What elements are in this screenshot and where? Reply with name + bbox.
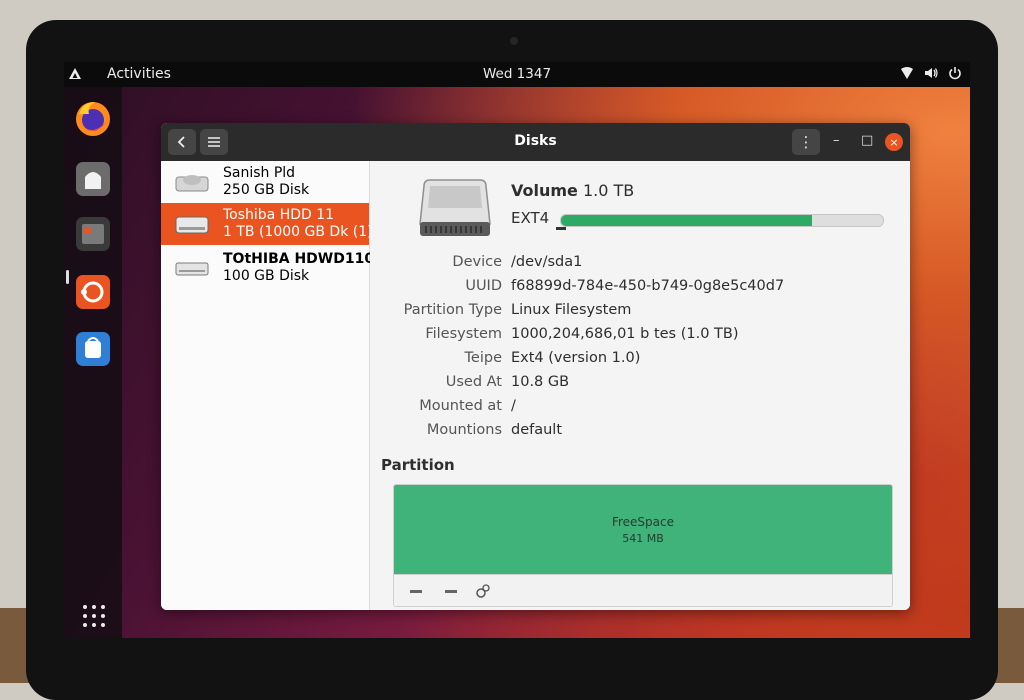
prop-label: Partition Type [403,302,502,318]
prop-label: Mounted at [419,398,502,414]
prop-value: 1000,204,686,01 b tes (1.0 TB) [511,326,739,342]
disk-list: Sanish Pld 250 GB Disk Toshiba HDD 11 1 … [161,161,374,610]
disk-item-3[interactable]: TOtHIBA HDWD110 100 GB Disk [161,247,374,289]
partition-graph: FreeSpace 541 MB [393,484,893,607]
disk-size: 250 GB Disk [223,182,310,198]
system-tray[interactable] [900,66,962,80]
volume-fs-type: EXT4 [511,209,550,227]
free-space-block[interactable]: FreeSpace 541 MB [394,485,892,574]
folder-app-icon[interactable] [73,214,113,254]
hard-disk-icon [175,175,209,192]
disk-size: 1 TB (1000 GB Dk (1) [223,224,373,240]
prop-label: Used At [445,374,502,390]
disk-item-2[interactable]: Toshiba HDD 11 1 TB (1000 GB Dk (1) [161,203,373,245]
clock[interactable]: Wed 1347 [64,66,970,82]
close-icon: × [889,135,899,149]
prop-partition-type: Partition Type Linux Filesystem [370,302,910,324]
delete-partition-button[interactable] [405,583,427,599]
disk-item-1[interactable]: Sanish Pld 250 GB Disk [161,161,369,203]
prop-value: default [511,422,563,438]
partition-settings-button[interactable] [472,583,494,599]
drive-icon [419,179,491,236]
top-bar: Activities Wed 1347 [64,62,970,87]
app-store-icon[interactable] [73,329,113,369]
gears-icon [476,584,490,598]
desktop-screen: Activities Wed 1347 Disks ⋮ – □ × Sanish… [64,62,970,638]
disk-name: Toshiba HDD 11 [223,207,335,223]
prop-mount-options: Mountions default [370,422,910,444]
usage-bar [560,214,884,227]
power-icon[interactable] [948,66,962,80]
prop-value: 10.8 GB [511,374,570,390]
firefox-icon[interactable] [73,98,113,138]
volume-details: Volume 1.0 TB EXT4 Device /dev/sda1 UUID… [370,161,910,610]
usage-fill [561,215,813,226]
prop-filesystem: Filesystem 1000,204,686,01 b tes (1.0 TB… [370,326,910,348]
partition-heading: Partition [381,456,455,474]
unmount-button[interactable] [440,583,462,599]
hard-disk-icon [175,216,209,234]
dock-active-indicator [66,270,69,284]
prop-device: Device /dev/sda1 [370,254,910,276]
volume-label: Volume [511,181,578,200]
prop-label: Teipe [464,350,502,366]
prop-mounted-at: Mounted at / [370,398,910,420]
usage-marker [556,227,566,230]
minus-icon [445,589,457,593]
volume-size: 1.0 TB [583,181,635,200]
laptop-bezel: Activities Wed 1347 Disks ⋮ – □ × Sanish… [26,20,998,700]
prop-value: /dev/sda1 [511,254,583,270]
maximize-button[interactable]: □ [861,133,873,148]
prop-value: Linux Filesystem [511,302,632,318]
disk-size: 100 GB Disk [223,268,310,284]
free-space-size: 541 MB [622,532,664,545]
volume-title: Volume 1.0 TB [511,181,634,200]
prop-value: / [511,398,516,414]
kebab-menu-icon: ⋮ [798,133,814,151]
minimize-button[interactable]: – [833,133,840,148]
prop-uuid: UUID f68899d-784e-450-b749-0g8e5c40d7 [370,278,910,300]
files-app-icon[interactable] [73,159,113,199]
prop-used: Used At 10.8 GB [370,374,910,396]
ubuntu-software-icon[interactable] [73,272,113,312]
minus-icon [410,589,422,593]
prop-label: UUID [465,278,502,294]
header-bar: Disks ⋮ – □ × [161,123,910,161]
free-space-label: FreeSpace [611,515,675,529]
hard-disk-icon [175,262,209,276]
prop-type: Teipe Ext4 (version 1.0) [370,350,910,372]
prop-value: Ext4 (version 1.0) [511,350,641,366]
webcam [510,37,518,45]
disk-name: Sanish Pld [223,165,296,181]
prop-label: Device [452,254,502,270]
app-menu-button[interactable]: ⋮ [792,129,820,155]
volume-icon[interactable] [924,66,938,80]
disks-window: Disks ⋮ – □ × Sanish Pld 250 GB Disk Tos… [161,123,910,610]
network-icon[interactable] [900,66,914,80]
prop-label: Filesystem [425,326,502,342]
partition-toolbar [394,574,892,606]
prop-value: f68899d-784e-450-b749-0g8e5c40d7 [511,278,785,294]
show-apps-grid-icon[interactable] [83,605,105,627]
prop-label: Mountions [426,422,502,438]
disk-name: TOtHIBA HDWD110 [223,251,375,267]
close-button[interactable]: × [885,133,903,151]
dock [64,87,122,638]
